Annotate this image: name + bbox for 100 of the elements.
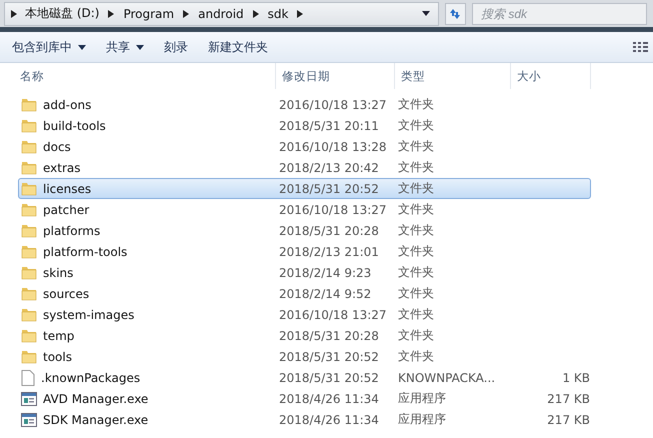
breadcrumb[interactable]: Program xyxy=(119,6,178,20)
application-icon xyxy=(21,412,37,426)
file-size: 217 KB xyxy=(546,412,591,426)
toolbar-button[interactable]: 新建文件夹 xyxy=(200,38,276,56)
modified-date: 2018/4/26 11:34 xyxy=(278,392,380,406)
file-name: .knownPackages xyxy=(41,370,140,384)
modified-date: 2018/5/31 20:52 xyxy=(278,370,380,384)
folder-icon xyxy=(21,139,37,154)
file-name: sources xyxy=(43,286,90,300)
file-size: 1 KB xyxy=(561,370,591,384)
folder-icon xyxy=(21,307,37,322)
modified-date: 2018/5/31 20:11 xyxy=(278,118,380,132)
file-row[interactable]: sources 2018/2/14 9:52 文件夹 xyxy=(18,283,591,304)
modified-date: 2018/5/31 20:52 xyxy=(278,350,380,364)
file-name: temp xyxy=(43,328,74,342)
modified-date: 2018/2/13 21:01 xyxy=(278,244,380,258)
file-type: 应用程序 xyxy=(397,411,447,428)
chevron-icon[interactable] xyxy=(252,10,259,18)
modified-date: 2016/10/18 13:28 xyxy=(278,140,388,154)
breadcrumb[interactable]: sdk xyxy=(264,6,292,20)
breadcrumb[interactable]: android xyxy=(194,6,248,20)
file-type: 文件夹 xyxy=(397,180,435,197)
file-row[interactable]: temp 2018/5/31 20:28 文件夹 xyxy=(18,325,591,346)
folder-icon xyxy=(21,328,37,343)
toolbar-button[interactable]: 刻录 xyxy=(156,38,196,56)
file-row[interactable]: system-images 2016/10/18 13:27 文件夹 xyxy=(18,304,591,325)
file-row[interactable]: add-ons 2016/10/18 13:27 文件夹 xyxy=(18,94,591,115)
file-name: SDK Manager.exe xyxy=(43,412,148,426)
file-name: build-tools xyxy=(43,118,106,132)
chevron-icon[interactable] xyxy=(108,10,114,18)
file-row[interactable]: patcher 2016/10/18 13:27 文件夹 xyxy=(18,199,591,220)
folder-icon xyxy=(21,349,37,364)
file-row[interactable]: licenses 2018/5/31 20:52 文件夹 xyxy=(18,178,591,199)
file-type: KNOWNPACKA... xyxy=(397,370,496,384)
folder-icon xyxy=(21,160,37,175)
modified-date: 2018/5/31 20:28 xyxy=(278,328,380,342)
application-icon xyxy=(21,392,37,406)
modified-date: 2018/2/13 20:42 xyxy=(278,160,380,174)
file-row[interactable]: platform-tools 2018/2/13 21:01 文件夹 xyxy=(18,241,591,262)
folder-icon xyxy=(21,286,37,301)
folder-icon xyxy=(21,202,37,217)
file-row[interactable]: SDK Manager.exe 2018/4/26 11:34 应用程序 217 KB xyxy=(18,409,591,430)
file-type: 应用程序 xyxy=(397,390,447,407)
modified-date: 2018/5/31 20:52 xyxy=(278,182,380,196)
file-name: licenses xyxy=(43,182,92,196)
file-row[interactable]: .knownPackages 2018/5/31 20:52 KNOWNPACKA... 1 KB xyxy=(18,367,591,388)
folder-icon xyxy=(21,118,37,133)
chevron-icon[interactable] xyxy=(297,10,304,18)
file-name: patcher xyxy=(43,202,90,216)
column-header[interactable]: 修改日期 xyxy=(276,63,395,89)
file-row[interactable]: extras 2018/2/13 20:42 文件夹 xyxy=(18,157,591,178)
modified-date: 2018/4/26 11:34 xyxy=(278,412,380,426)
file-name: add-ons xyxy=(43,98,92,112)
breadcrumb[interactable]: 本地磁盘 (D:) xyxy=(21,5,104,22)
file-type: 文件夹 xyxy=(397,222,435,239)
toolbar-button[interactable]: 共享 xyxy=(98,38,152,56)
file-name: platform-tools xyxy=(43,244,128,258)
modified-date: 2016/10/18 13:27 xyxy=(278,308,388,322)
chevron-icon[interactable] xyxy=(183,10,190,18)
refresh-icon xyxy=(448,8,462,20)
folder-icon xyxy=(21,223,37,238)
refresh-button[interactable] xyxy=(444,2,466,24)
modified-date: 2016/10/18 13:27 xyxy=(278,202,388,216)
file-row[interactable]: platforms 2018/5/31 20:28 文件夹 xyxy=(18,220,591,241)
file-name: docs xyxy=(43,140,71,154)
folder-icon xyxy=(21,97,37,112)
file-type: 文件夹 xyxy=(397,159,435,176)
column-header[interactable]: 名称 xyxy=(0,63,276,89)
modified-date: 2016/10/18 13:27 xyxy=(278,98,388,112)
file-name: skins xyxy=(43,266,74,280)
folder-icon xyxy=(21,265,37,280)
file-row[interactable]: tools 2018/5/31 20:52 文件夹 xyxy=(18,346,591,367)
file-row[interactable]: build-tools 2018/5/31 20:11 文件夹 xyxy=(18,115,591,136)
file-icon xyxy=(21,370,35,386)
folder-icon xyxy=(21,181,37,196)
dropdown-icon[interactable] xyxy=(422,11,430,16)
view-options-icon[interactable] xyxy=(633,41,649,53)
file-type: 文件夹 xyxy=(397,243,435,260)
search-field[interactable]: 搜索 sdk xyxy=(472,2,647,24)
folder-icon xyxy=(21,244,37,259)
modified-date: 2018/2/14 9:23 xyxy=(278,266,372,280)
toolbar-button[interactable]: 包含到库中 xyxy=(4,38,94,56)
file-name: extras xyxy=(43,160,81,174)
file-type: 文件夹 xyxy=(397,96,435,113)
column-header[interactable]: 类型 xyxy=(395,63,511,89)
file-name: system-images xyxy=(43,308,134,322)
file-type: 文件夹 xyxy=(397,201,435,218)
file-row[interactable]: skins 2018/2/14 9:23 文件夹 xyxy=(18,262,591,283)
file-name: AVD Manager.exe xyxy=(43,392,148,406)
file-name: platforms xyxy=(43,224,100,238)
file-type: 文件夹 xyxy=(397,264,435,281)
address-bar[interactable]: 本地磁盘 (D:) Program android sdk xyxy=(4,2,439,26)
file-row[interactable]: AVD Manager.exe 2018/4/26 11:34 应用程序 217 KB xyxy=(18,388,591,409)
chevron-icon[interactable] xyxy=(11,10,17,18)
modified-date: 2018/2/14 9:52 xyxy=(278,286,372,300)
file-type: 文件夹 xyxy=(397,285,435,302)
file-size: 217 KB xyxy=(546,392,591,406)
modified-date: 2018/5/31 20:28 xyxy=(278,224,380,238)
file-row[interactable]: docs 2016/10/18 13:28 文件夹 xyxy=(18,136,591,157)
column-header[interactable]: 大小 xyxy=(511,63,591,89)
